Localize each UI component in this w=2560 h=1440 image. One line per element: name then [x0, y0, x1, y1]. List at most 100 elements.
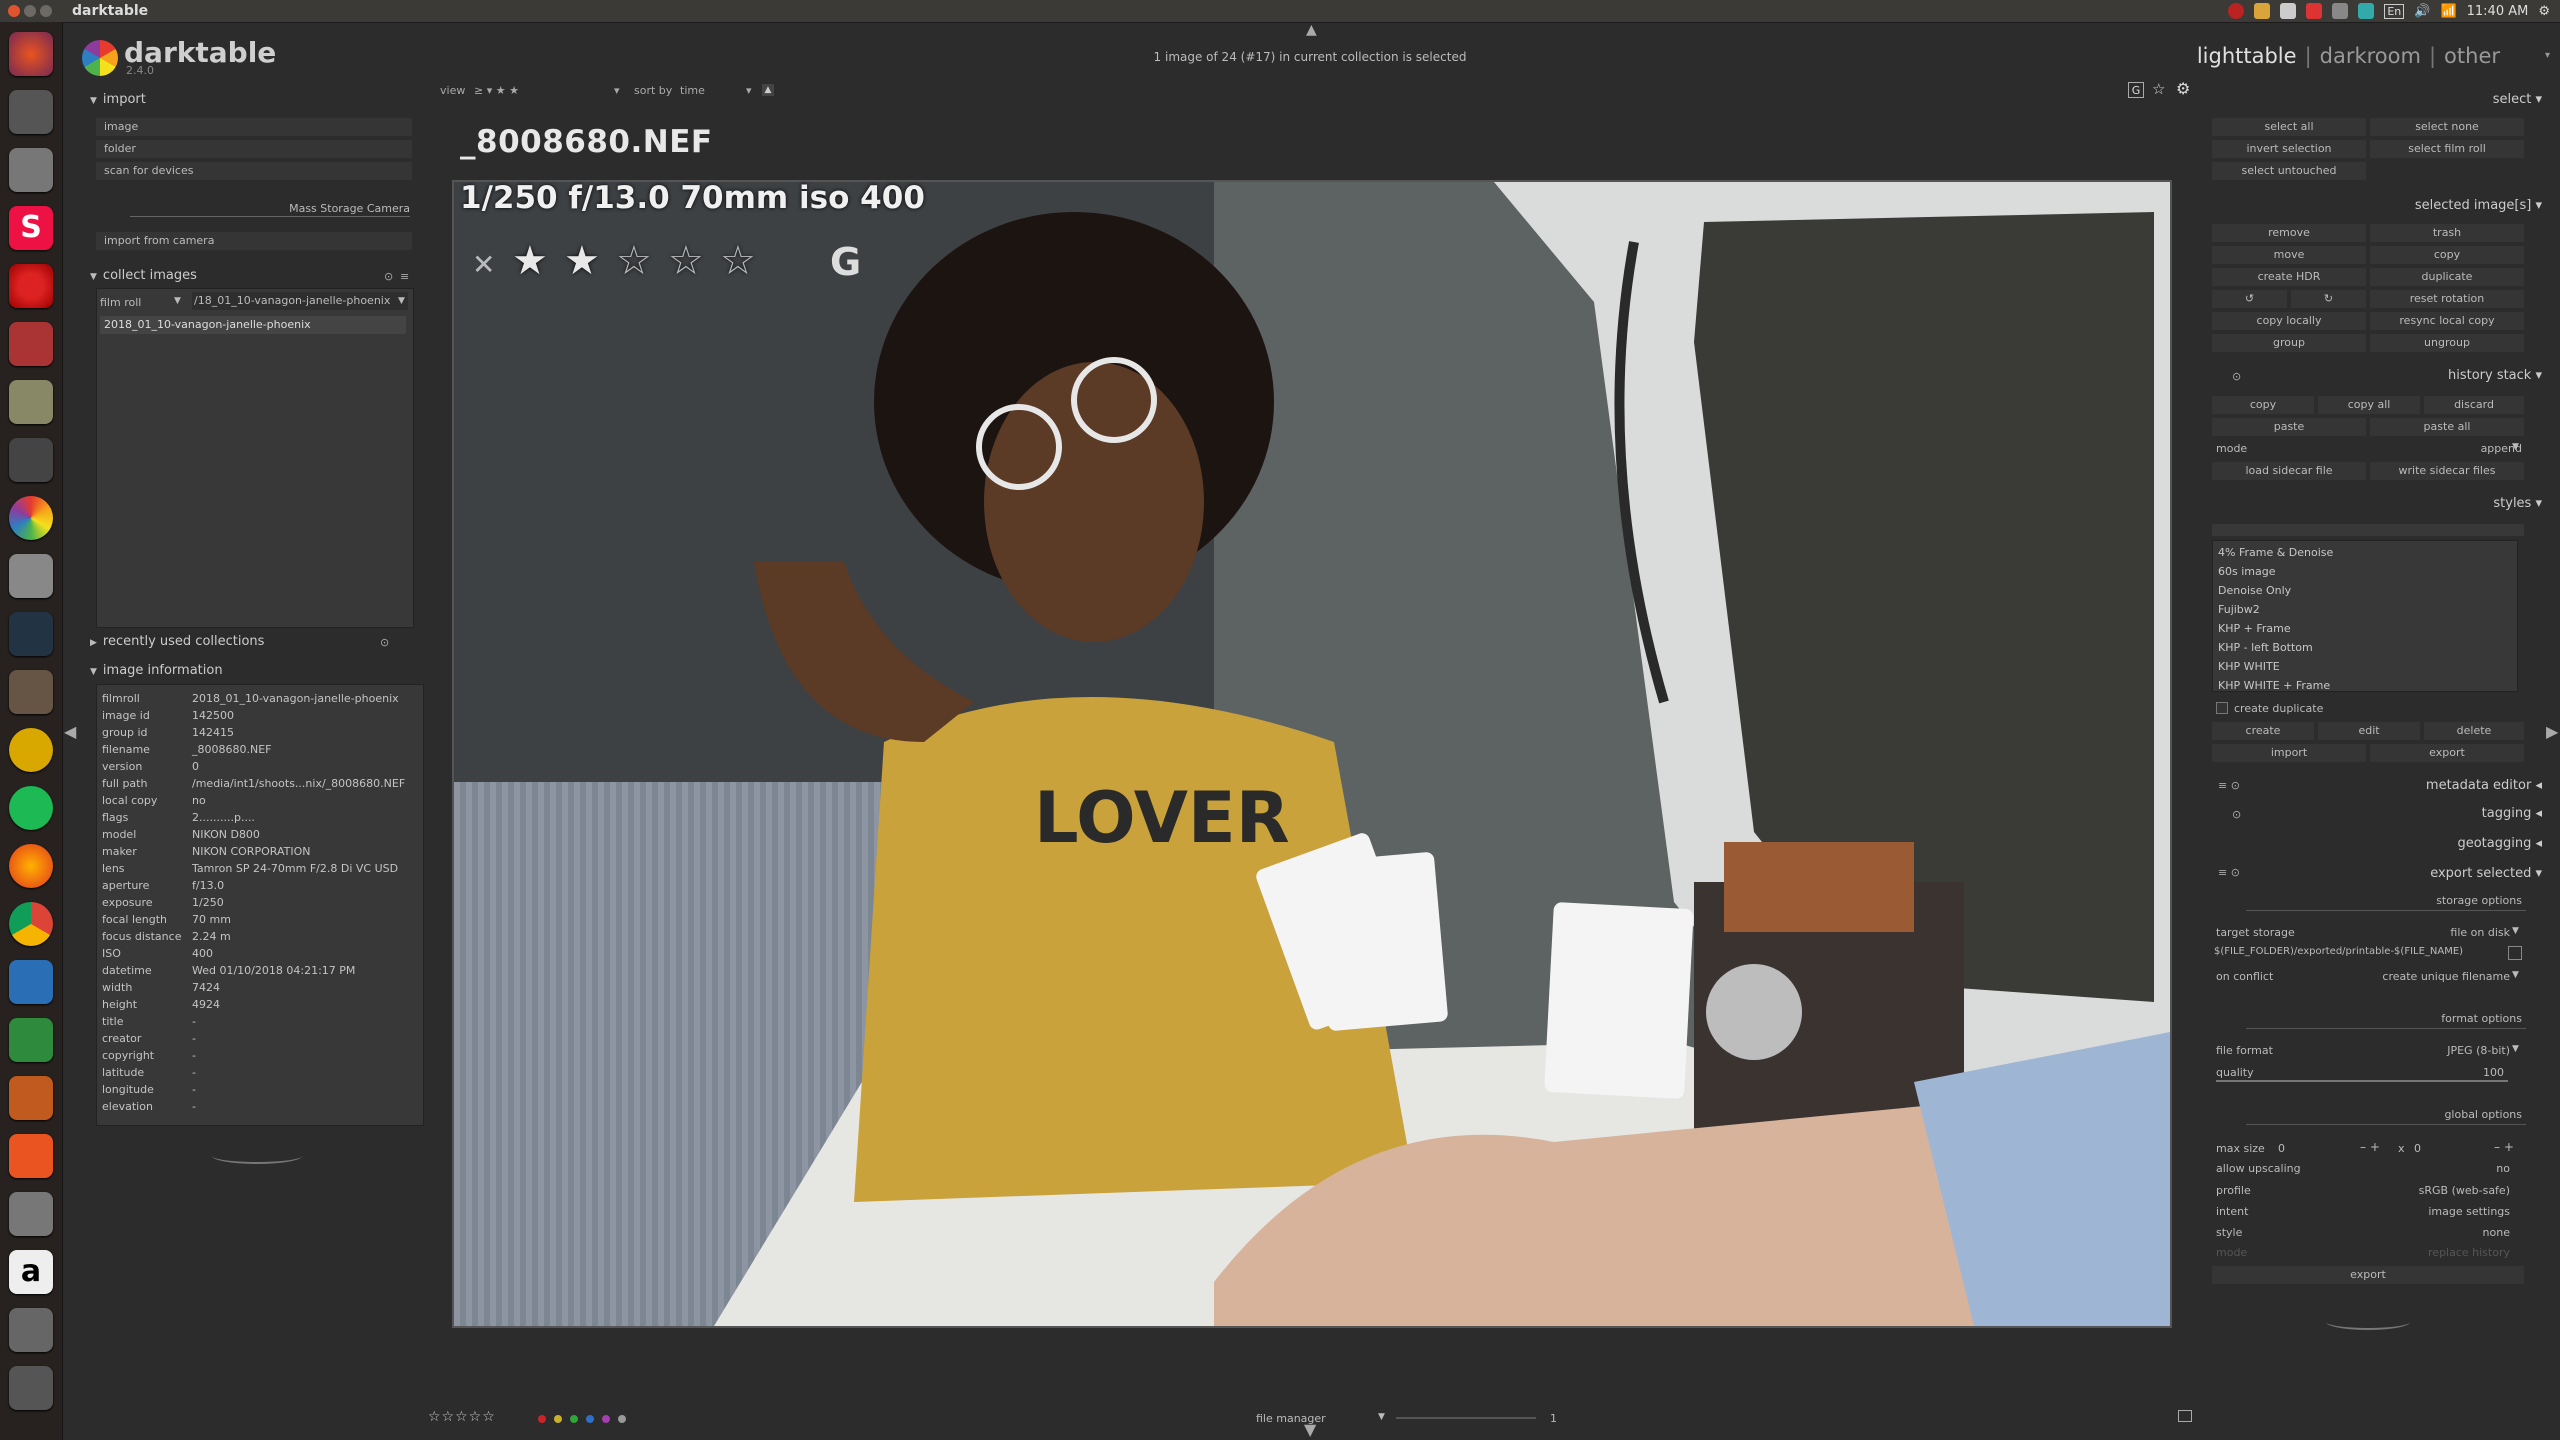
resync-local-copy-button[interactable]: resync local copy	[2370, 312, 2524, 330]
software-center-icon[interactable]	[9, 1134, 53, 1178]
style-list-item[interactable]: KHP WHITE + Frame	[2218, 679, 2330, 692]
selected-images-header[interactable]: selected image[s] ▾	[2415, 198, 2542, 213]
dash-icon[interactable]	[9, 32, 53, 76]
preferences-gear-icon[interactable]: ⚙	[2176, 79, 2190, 98]
invert-selection-button[interactable]: invert selection	[2212, 140, 2366, 158]
remove-button[interactable]: remove	[2212, 224, 2366, 242]
recent-collections-header[interactable]: ▶ recently used collections	[90, 634, 264, 649]
scan-devices-button[interactable]: scan for devices	[96, 162, 412, 180]
duplicate-button[interactable]: duplicate	[2370, 268, 2524, 286]
calc-icon[interactable]	[9, 1018, 53, 1062]
left-panel-toggle-icon[interactable]: ◀	[64, 722, 76, 741]
history-paste-all-button[interactable]: paste all	[2370, 418, 2524, 436]
group-badge[interactable]: G	[830, 240, 861, 284]
view-lighttable[interactable]: lighttable	[2197, 44, 2297, 68]
zoom-slider[interactable]	[1396, 1417, 1536, 1419]
styles-filter-input[interactable]	[2212, 524, 2524, 536]
notification-icon[interactable]	[2254, 3, 2271, 19]
rating-star-icon[interactable]: ☆	[668, 238, 704, 284]
style-create-button[interactable]: create	[2212, 722, 2314, 740]
chrome-icon[interactable]	[9, 902, 53, 946]
color-label-dot[interactable]	[538, 1415, 546, 1423]
select-header[interactable]: select ▾	[2493, 92, 2542, 107]
settings-gear-icon[interactable]: ⚙	[2538, 4, 2550, 19]
rating-star-icon[interactable]: ☆	[616, 238, 652, 284]
tagging-header[interactable]: tagging ◂	[2482, 806, 2542, 821]
file-format-select[interactable]: JPEG (8-bit)	[2447, 1044, 2510, 1057]
overlays-star-icon[interactable]: ☆	[2152, 80, 2165, 98]
wifi-icon[interactable]: 📶	[2440, 4, 2456, 19]
style-list-item[interactable]: KHP WHITE	[2218, 660, 2280, 673]
image-information-header[interactable]: ▼ image information	[90, 663, 223, 678]
color-label-dot[interactable]	[586, 1415, 594, 1423]
amazon-icon[interactable]: a	[9, 1250, 53, 1294]
views-menu-chevron-icon[interactable]: ▾	[2545, 50, 2550, 61]
sort-order-icon[interactable]: ▲	[762, 84, 774, 96]
export-button[interactable]: export	[2212, 1266, 2524, 1284]
copy-button[interactable]: copy	[2370, 246, 2524, 264]
storage-dropdown-icon[interactable]: ▼	[2512, 926, 2519, 936]
collect-rule-value[interactable]: /18_01_10-vanagon-janelle-phoenix	[192, 292, 408, 310]
rule-value-dropdown-icon[interactable]: ▼	[398, 296, 405, 306]
load-sidecar-button[interactable]: load sidecar file	[2212, 462, 2366, 480]
style-list-item[interactable]: KHP + Frame	[2218, 622, 2291, 635]
history-copy-button[interactable]: copy	[2212, 396, 2314, 414]
on-conflict-select[interactable]: create unique filename	[2382, 970, 2510, 983]
max-height-input[interactable]: 0	[2414, 1142, 2494, 1155]
conflict-dropdown-icon[interactable]: ▼	[2512, 970, 2519, 980]
ungroup-button[interactable]: ungroup	[2370, 334, 2524, 352]
export-path-input[interactable]: $(FILE_FOLDER)/exported/printable-$(FILE…	[2214, 946, 2502, 962]
copy-locally-button[interactable]: copy locally	[2212, 312, 2366, 330]
metadata-editor-header[interactable]: metadata editor ◂	[2426, 778, 2542, 793]
style-list-item[interactable]: Fujibw2	[2218, 603, 2260, 616]
style-edit-button[interactable]: edit	[2318, 722, 2420, 740]
fullscreen-icon[interactable]	[2178, 1410, 2192, 1422]
collect-rule-property[interactable]: film roll	[100, 296, 141, 309]
color-label-dot[interactable]	[554, 1415, 562, 1423]
camera-app-icon[interactable]	[9, 148, 53, 192]
recent-reset-icon[interactable]: ⊙	[380, 636, 389, 649]
history-paste-button[interactable]: paste	[2212, 418, 2366, 436]
select-untouched-button[interactable]: select untouched	[2212, 162, 2366, 180]
quality-slider[interactable]	[2216, 1080, 2508, 1082]
collect-list-item[interactable]: 2018_01_10-vanagon-janelle-phoenix	[100, 316, 406, 334]
drive-icon[interactable]	[9, 1308, 53, 1352]
max-width-stepper-icon[interactable]: – +	[2360, 1140, 2380, 1154]
max-width-input[interactable]: 0	[2278, 1142, 2358, 1155]
record-icon[interactable]	[2228, 3, 2245, 19]
style-list-item[interactable]: 4% Frame & Denoise	[2218, 546, 2333, 559]
group-button[interactable]: group	[2212, 334, 2366, 352]
export-presets-icon[interactable]: ≡ ⊙	[2218, 866, 2240, 879]
import-folder-button[interactable]: folder	[96, 140, 412, 158]
rating-filter[interactable]: ≥ ▾ ★ ★	[474, 84, 519, 97]
right-panel-toggle-icon[interactable]: ▶	[2546, 722, 2558, 741]
target-storage-select[interactable]: file on disk	[2450, 926, 2510, 939]
close-window-button[interactable]	[8, 5, 20, 17]
system-settings-icon[interactable]	[9, 1192, 53, 1236]
maximize-window-button[interactable]	[40, 5, 52, 17]
bluetooth-icon[interactable]	[2358, 3, 2375, 19]
export-selected-header[interactable]: export selected ▾	[2430, 866, 2542, 881]
history-stack-header[interactable]: history stack ▾	[2448, 368, 2542, 383]
view-darkroom[interactable]: darkroom	[2320, 44, 2421, 68]
layout-dropdown-icon[interactable]: ▼	[1378, 1412, 1385, 1422]
color-label-dot[interactable]	[602, 1415, 610, 1423]
volume-icon[interactable]: 🔊	[2414, 4, 2430, 19]
mode-dropdown-icon[interactable]: ▼	[2512, 442, 2519, 452]
gimp-icon[interactable]	[9, 670, 53, 714]
color-label-dot[interactable]	[618, 1415, 626, 1423]
profile-select[interactable]: sRGB (web-safe)	[2419, 1184, 2510, 1197]
slack-icon[interactable]: S	[9, 206, 53, 250]
style-delete-button[interactable]: delete	[2424, 722, 2524, 740]
allow-upscaling-select[interactable]: no	[2496, 1162, 2510, 1175]
import-from-camera-button[interactable]: import from camera	[96, 232, 412, 250]
create-duplicate-checkbox[interactable]	[2216, 702, 2228, 714]
update-icon[interactable]	[2306, 3, 2323, 19]
grouping-icon[interactable]: G	[2128, 82, 2144, 98]
styles-header[interactable]: styles ▾	[2493, 496, 2542, 511]
firefox-icon[interactable]	[9, 844, 53, 888]
select-all-button[interactable]: select all	[2212, 118, 2366, 136]
move-button[interactable]: move	[2212, 246, 2366, 264]
import-section-header[interactable]: ▼ import	[90, 92, 146, 107]
history-copy-all-button[interactable]: copy all	[2318, 396, 2420, 414]
